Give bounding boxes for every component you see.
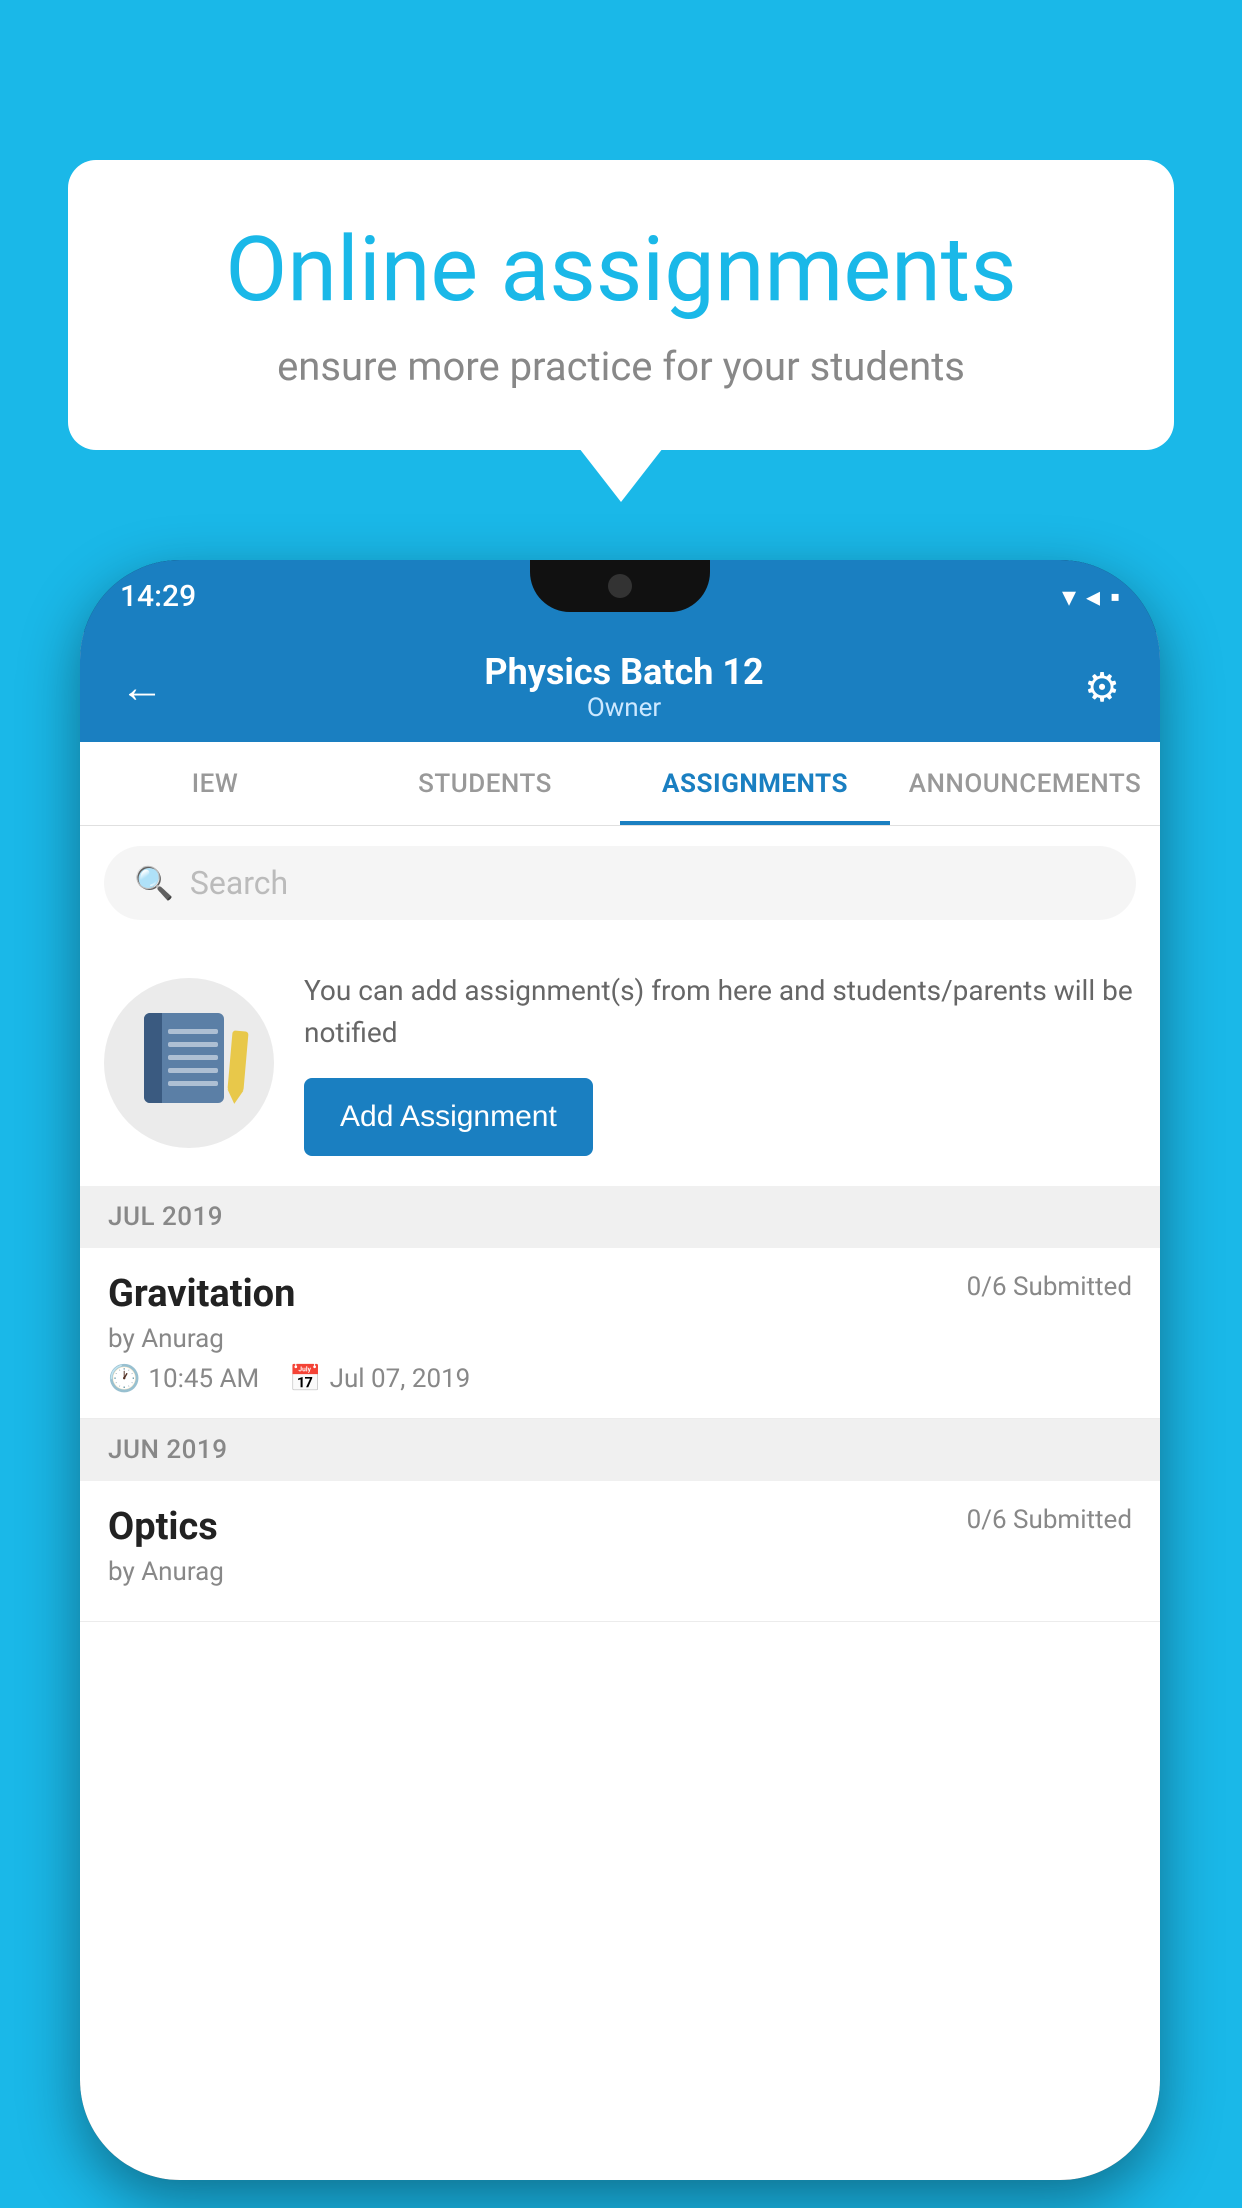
assignment-item-gravitation[interactable]: Gravitation 0/6 Submitted by Anurag 🕐 10… [80,1248,1160,1419]
calendar-icon: 📅 [289,1364,321,1394]
wifi-icon: ▾ [1062,580,1076,613]
phone-notch [530,560,710,612]
scrollable-content: 🔍 Search [80,826,1160,2180]
search-bar[interactable]: 🔍 Search [104,846,1136,920]
status-time: 14:29 [120,579,196,614]
bubble-subtitle: ensure more practice for your students [148,343,1094,390]
meta-date-gravitation: 📅 Jul 07, 2019 [289,1364,470,1394]
phone-status-bar: 14:29 ▾ ◂ ▪ [80,560,1160,632]
clock-icon: 🕐 [108,1364,140,1394]
search-icon: 🔍 [134,864,174,902]
app-bar-title: Physics Batch 12 [484,651,763,693]
battery-icon: ▪ [1110,580,1120,613]
tabs-bar: IEW STUDENTS ASSIGNMENTS ANNOUNCEMENTS [80,742,1160,826]
settings-icon[interactable]: ⚙ [1084,664,1120,711]
info-description: You can add assignment(s) from here and … [304,970,1136,1054]
assignment-time-gravitation: 10:45 AM [148,1364,259,1394]
phone-frame: 14:29 ▾ ◂ ▪ ← Physics Batch 12 Owner ⚙ I… [80,560,1160,2180]
add-assignment-button[interactable]: Add Assignment [304,1078,593,1156]
assignment-name-optics: Optics [108,1505,218,1549]
assignment-by-gravitation: by Anurag [108,1324,1132,1354]
assignment-icon-circle [104,978,274,1148]
signal-icon: ◂ [1086,580,1100,613]
tab-assignments[interactable]: ASSIGNMENTS [620,742,890,825]
search-container: 🔍 Search [80,826,1160,940]
assignment-item-optics[interactable]: Optics 0/6 Submitted by Anurag [80,1481,1160,1622]
meta-time-gravitation: 🕐 10:45 AM [108,1364,259,1394]
tab-announcements[interactable]: ANNOUNCEMENTS [890,742,1160,825]
assignment-date-gravitation: Jul 07, 2019 [330,1364,471,1394]
speech-bubble-container: Online assignments ensure more practice … [68,160,1174,450]
notch-camera [608,574,632,598]
app-bar-title-group: Physics Batch 12 Owner [484,651,763,723]
search-placeholder: Search [190,864,288,902]
back-button[interactable]: ← [120,661,164,713]
bubble-title: Online assignments [148,220,1094,319]
app-bar-subtitle: Owner [484,693,763,723]
info-card: You can add assignment(s) from here and … [80,940,1160,1186]
tab-students[interactable]: STUDENTS [350,742,620,825]
assignment-name-gravitation: Gravitation [108,1272,295,1316]
assignment-meta-gravitation: 🕐 10:45 AM 📅 Jul 07, 2019 [108,1364,1132,1394]
status-icons: ▾ ◂ ▪ [1062,580,1120,613]
assignment-submitted-gravitation: 0/6 Submitted [967,1272,1132,1302]
speech-bubble: Online assignments ensure more practice … [68,160,1174,450]
section-header-jun-2019: JUN 2019 [80,1419,1160,1481]
app-bar: ← Physics Batch 12 Owner ⚙ [80,632,1160,742]
assignment-by-optics: by Anurag [108,1557,1132,1587]
info-text-group: You can add assignment(s) from here and … [304,970,1136,1156]
phone-inner: ← Physics Batch 12 Owner ⚙ IEW STUDENTS … [80,632,1160,2180]
tab-iew[interactable]: IEW [80,742,350,825]
assignment-submitted-optics: 0/6 Submitted [967,1505,1132,1535]
section-header-jul-2019: JUL 2019 [80,1186,1160,1248]
